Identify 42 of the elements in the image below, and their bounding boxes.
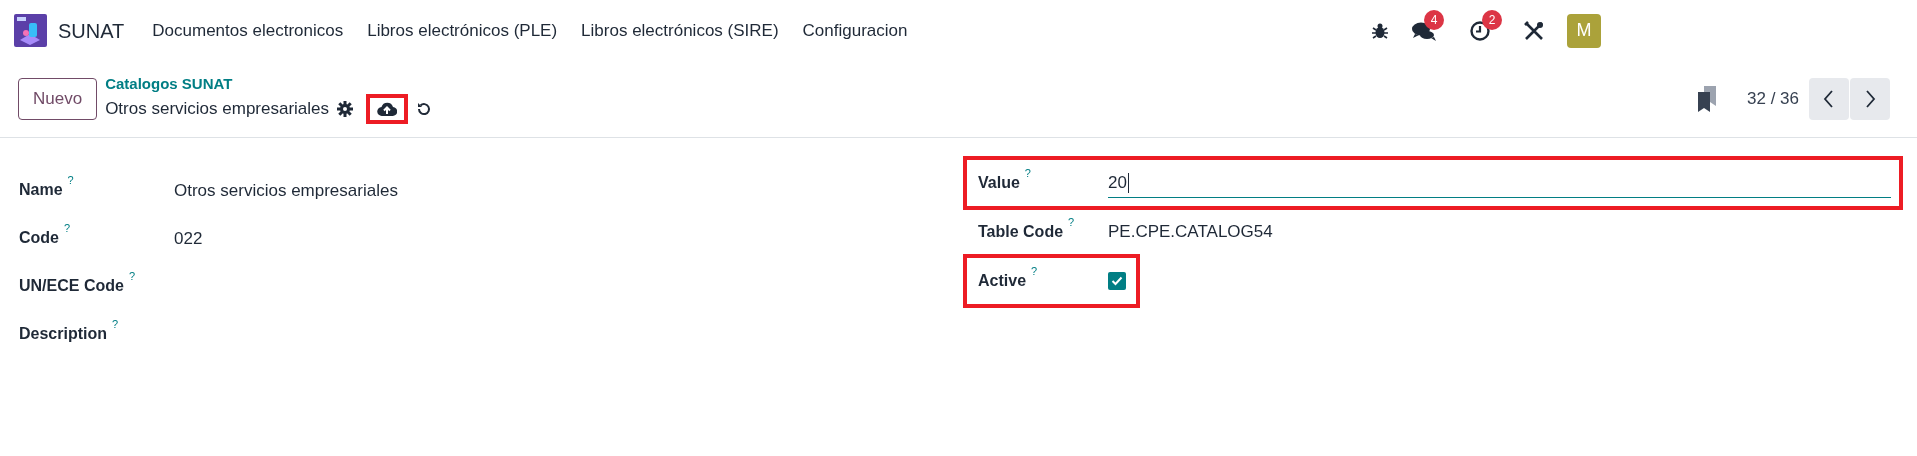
field-label: Active (978, 271, 1027, 291)
notification-badge: 2 (1482, 9, 1502, 30)
help-tooltip[interactable]: ? (112, 318, 119, 330)
pager-counter: 32 / 36 (1747, 88, 1799, 111)
field-label: UN/ECE Code (19, 276, 124, 296)
record-title: Otros servicios empresariales (105, 98, 330, 121)
next-button[interactable] (1850, 78, 1890, 120)
menu-item[interactable]: Documentos electronicos (140, 17, 356, 44)
new-button[interactable]: Nuevo (18, 78, 98, 120)
cloud-upload-icon (377, 101, 398, 117)
bookmark-icon[interactable] (1698, 86, 1716, 112)
help-tooltip[interactable]: ? (1031, 265, 1038, 277)
value-input[interactable]: 20 (1108, 168, 1891, 198)
field-value: 022 (174, 228, 203, 250)
notification-badge: 4 (1424, 9, 1444, 30)
help-tooltip[interactable]: ? (67, 174, 74, 186)
field-label: Name (19, 180, 63, 200)
help-tooltip[interactable]: ? (1068, 216, 1075, 228)
bug-icon[interactable] (1371, 21, 1389, 40)
help-tooltip[interactable]: ? (128, 270, 136, 282)
save-button[interactable] (366, 94, 409, 124)
gear-icon[interactable] (337, 101, 354, 117)
menu-item[interactable]: Libros electrónicos (PLE) (355, 17, 570, 44)
help-tooltip[interactable]: ? (64, 222, 71, 234)
field-label: Table Code (978, 222, 1064, 242)
help-tooltip[interactable]: ? (1024, 167, 1031, 179)
menu-item[interactable]: Libros electrónicos (SIRE) (569, 17, 791, 44)
field-value: PE.CPE.CATALOG54 (1108, 221, 1273, 244)
tools-icon[interactable] (1523, 19, 1545, 42)
clock-icon[interactable] (1469, 19, 1491, 42)
menu-item[interactable]: Configuracion (790, 17, 920, 44)
field-value: Otros servicios empresariales (174, 180, 398, 202)
app-name[interactable]: SUNAT (58, 15, 125, 46)
undo-icon[interactable] (416, 101, 433, 117)
field-label: Code (19, 228, 59, 248)
active-checkbox[interactable] (1108, 272, 1126, 290)
breadcrumb-link[interactable]: Catalogos SUNAT (105, 74, 433, 94)
field-label: Value (978, 173, 1020, 193)
previous-button[interactable] (1809, 78, 1849, 120)
user-avatar[interactable]: M (1567, 13, 1601, 48)
field-label: Description (19, 324, 107, 344)
app-logo-icon[interactable] (14, 14, 47, 47)
